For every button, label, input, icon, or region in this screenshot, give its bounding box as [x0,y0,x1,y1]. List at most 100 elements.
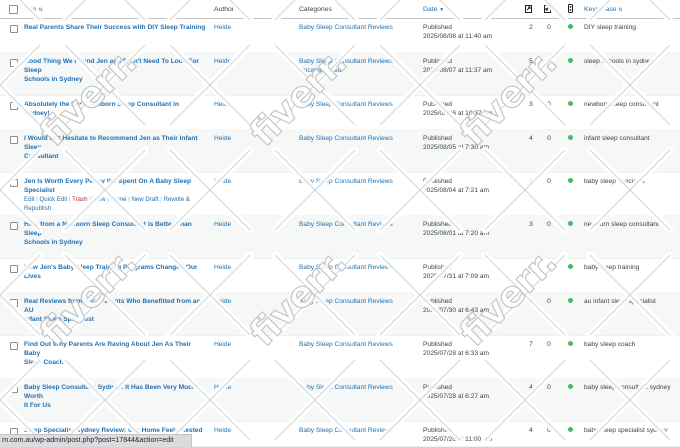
incoming-links-count: 4 [529,427,533,434]
quick-edit-link[interactable]: Quick Edit [40,196,68,203]
post-title-link[interactable]: Jen Is Worth Every Penny We Spent On A B… [24,177,206,195]
outgoing-links-count: 0 [547,298,551,305]
post-categories[interactable]: Baby Sleep Consultant Reviews [299,177,409,186]
post-categories[interactable]: Baby Sleep Consultant Reviews, Uncategori… [299,57,409,75]
seo-score-dot [568,178,573,183]
post-categories[interactable]: Baby Sleep Consultant Reviews [299,340,409,349]
post-categories[interactable]: Baby Sleep Consultant Reviews [299,297,409,306]
row-checkbox[interactable] [10,299,18,307]
incoming-links-count: 2 [529,24,533,31]
edit-link[interactable]: Edit [24,196,35,203]
post-title-link[interactable]: Real Parents Share Their Success with DI… [24,23,206,32]
post-date: Published 2025/08/04 at 7:21 am [423,178,489,194]
table-row: Absolutely the Best Newborn Sleep Consul… [0,95,680,130]
seo-score-dot [568,58,573,63]
post-title-link[interactable]: Absolutely the Best Newborn Sleep Consul… [24,100,206,118]
post-date: Published 2025/07/28 at 6:33 am [423,341,489,357]
post-title-link[interactable]: Good Thing We Found Jen and Didn't Need … [24,57,206,84]
post-date: Published 2025/07/30 at 6:43 am [423,298,489,314]
trash-link[interactable]: Trash [72,196,87,203]
table-row: I Would Not Hesitate to Recommend Jen as… [0,129,680,173]
column-date-sort[interactable]: Date ▼ [423,6,444,13]
post-date: Published 2025/08/01 at 7:20 am [423,221,489,237]
outgoing-links-count: 0 [547,24,551,31]
post-author[interactable]: Heide [214,101,231,108]
post-title-link[interactable]: How Jen's Baby Sleep Training Programs C… [24,263,206,281]
row-checkbox[interactable] [10,342,18,350]
post-author[interactable]: Heide [214,427,231,434]
row-checkbox[interactable] [10,265,18,273]
post-categories[interactable]: Baby Sleep Consultant Reviews [299,23,409,32]
seo-score-dot [568,384,573,389]
post-author[interactable]: Heide [214,298,231,305]
table-header: Title ⇅ Author Categories Date ▼ Keyphra… [0,0,680,19]
post-keyphrase: au infant sleep specialist [584,298,656,305]
outgoing-links-count: 0 [547,384,551,391]
post-date: Published 2025/08/07 at 11:37 am [423,58,493,74]
post-author[interactable]: Heide [214,24,231,31]
clone-link[interactable]: Clone [111,196,127,203]
table-row: Real Reviews from Real Parents Who Benef… [0,292,680,336]
incoming-links-count: 3 [529,221,533,228]
post-categories[interactable]: Baby Sleep Consultant Reviews [299,134,409,143]
post-author[interactable]: Heide [214,178,231,185]
new-draft-link[interactable]: New Draft [131,196,158,203]
outgoing-links-icon[interactable] [544,4,552,13]
row-checkbox[interactable] [10,222,18,230]
post-title-link[interactable]: Real Reviews from Real Parents Who Benef… [24,297,206,324]
column-title-sort[interactable]: Title ⇅ [24,6,43,13]
column-categories: Categories [299,6,332,13]
outgoing-links-count: 0 [547,58,551,65]
row-checkbox[interactable] [10,59,18,67]
incoming-links-count: 5 [529,58,533,65]
post-author[interactable]: Heide [214,221,231,228]
post-categories[interactable]: Baby Sleep Consultant Reviews [299,263,409,272]
post-date: Published 2025/08/06 at 10:37 am [423,101,493,117]
post-author[interactable]: Heide [214,341,231,348]
post-keyphrase: baby sleep specialist sydney [584,427,668,434]
post-date: Published 2025/08/05 at 7:30 am [423,135,489,151]
post-categories[interactable]: Baby Sleep Consultant Reviews [299,220,409,229]
sort-down-icon: ▼ [439,7,445,13]
column-keyphrase-sort[interactable]: Keyphrase ⇅ [584,6,623,13]
seo-score-dot [568,341,573,346]
row-actions: Edit | Quick Edit | Trash | View | Clone… [24,196,190,212]
outgoing-links-count: 0 [547,221,551,228]
row-checkbox[interactable] [10,385,18,393]
post-author[interactable]: Heide [214,264,231,271]
post-date: Published 2025/07/31 at 7:09 am [423,264,489,280]
post-author[interactable]: Heide [214,135,231,142]
post-author[interactable]: Heide [214,384,231,391]
post-author[interactable]: Heide [214,58,231,65]
outgoing-links-count: 0 [547,101,551,108]
post-categories[interactable]: Baby Sleep Consultant Reviews [299,100,409,109]
outgoing-links-count: 0 [547,341,551,348]
table-row: Jen Is Worth Every Penny We Spent On A B… [0,172,680,216]
post-title-link[interactable]: I Would Not Hesitate to Recommend Jen as… [24,134,206,161]
select-all-checkbox[interactable] [9,5,18,14]
row-checkbox[interactable] [10,25,18,33]
incoming-links-icon[interactable] [525,4,533,13]
post-categories[interactable]: Baby Sleep Consultant Reviews [299,383,409,392]
post-keyphrase: infant sleep consultant [584,135,650,142]
view-link[interactable]: View [92,196,105,203]
post-categories[interactable]: Baby Sleep Consultant Reviews [299,426,409,435]
post-keyphrase: newborn sleep consultant [584,101,659,108]
post-keyphrase: baby sleep specialist [584,178,645,185]
post-title-link[interactable]: Help from a Newborn Sleep Consultant is … [24,220,206,247]
row-checkbox[interactable] [10,102,18,110]
seo-score-dot [568,298,573,303]
seo-score-icon[interactable] [567,4,575,13]
post-title-link[interactable]: Find Out Why Parents Are Raving About Je… [24,340,206,367]
post-keyphrase: sleep schools in sydney [584,58,654,65]
row-checkbox[interactable] [10,136,18,144]
seo-score-dot [568,135,573,140]
row-checkbox[interactable] [10,179,18,187]
browser-status-url: rn.com.au/wp-admin/post.php?post=17844&a… [0,434,192,447]
table-row: Find Out Why Parents Are Raving About Je… [0,335,680,379]
table-row: Baby Sleep Consultant Sydney: It Has Bee… [0,378,680,422]
post-keyphrase: baby sleep training [584,264,640,271]
table-row: Help from a Newborn Sleep Consultant is … [0,215,680,259]
post-title-link[interactable]: Baby Sleep Consultant Sydney: It Has Bee… [24,383,206,410]
seo-score-dot [568,221,573,226]
